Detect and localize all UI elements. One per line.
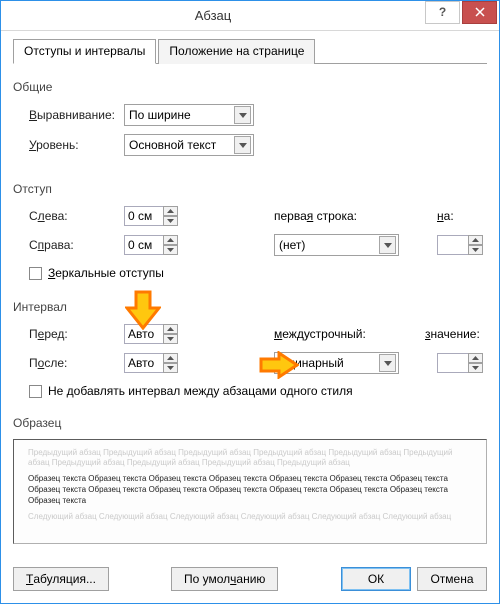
dont-add-space-checkbox[interactable]: [29, 385, 42, 398]
spin-down-icon[interactable]: [163, 363, 178, 373]
preview-area: Предыдущий абзац Предыдущий абзац Предыд…: [13, 439, 487, 544]
spin-down-icon[interactable]: [468, 245, 483, 255]
indent-right-spin[interactable]: [124, 235, 184, 255]
tab-line-page-breaks[interactable]: Положение на странице: [158, 39, 315, 64]
ok-button[interactable]: ОК: [341, 567, 411, 591]
spacing-at-spin[interactable]: [437, 353, 487, 373]
cancel-button[interactable]: Отмена: [417, 567, 487, 591]
first-line-combo[interactable]: (нет): [274, 234, 399, 256]
spin-down-icon[interactable]: [163, 216, 178, 226]
chevron-down-icon: [234, 106, 251, 124]
set-default-button[interactable]: По умолчанию: [171, 567, 278, 591]
preview-sample-text: Образец текста Образец текста Образец те…: [28, 474, 472, 506]
tab-indents-spacing[interactable]: Отступы и интервалы: [13, 39, 156, 64]
spin-down-icon[interactable]: [468, 363, 483, 373]
space-before-label: Перед:: [29, 327, 124, 341]
spacing-at-input[interactable]: [437, 353, 469, 373]
space-before-spin[interactable]: [124, 324, 184, 344]
tabs-button[interactable]: Табуляция...: [13, 567, 109, 591]
spin-up-icon[interactable]: [468, 353, 483, 363]
spin-down-icon[interactable]: [163, 245, 178, 255]
mirror-indents-checkbox[interactable]: [29, 267, 42, 280]
spin-up-icon[interactable]: [163, 353, 178, 363]
tab-strip: Отступы и интервалы Положение на страниц…: [13, 39, 487, 64]
spin-up-icon[interactable]: [163, 206, 178, 216]
space-before-input[interactable]: [124, 324, 164, 344]
dont-add-space-label: Не добавлять интервал между абзацами одн…: [48, 384, 353, 398]
mirror-indents-label: Зеркальные отступы: [48, 266, 164, 280]
space-after-spin[interactable]: [124, 353, 184, 373]
indent-left-label: Слева:: [29, 209, 124, 223]
titlebar: Абзац ?: [1, 1, 499, 31]
close-icon: [475, 7, 485, 17]
line-spacing-combo[interactable]: Одинарный: [274, 352, 399, 374]
dialog-body: Отступы и интервалы Положение на страниц…: [1, 31, 499, 603]
help-button[interactable]: ?: [425, 1, 460, 24]
preview-next-text: Следующий абзац Следующий абзац Следующи…: [28, 512, 472, 522]
spacing-at-label: значение:: [425, 327, 487, 341]
indent-by-input[interactable]: [437, 235, 469, 255]
line-spacing-label: междустрочный:: [274, 327, 384, 341]
outline-level-combo[interactable]: Основной текст: [124, 134, 254, 156]
spin-up-icon[interactable]: [163, 235, 178, 245]
close-button[interactable]: [462, 1, 497, 24]
section-general: Общие: [13, 80, 487, 94]
indent-left-input[interactable]: [124, 206, 164, 226]
chevron-down-icon: [234, 136, 251, 154]
indent-by-label: на:: [437, 209, 487, 223]
spin-up-icon[interactable]: [468, 235, 483, 245]
space-after-label: После:: [29, 356, 124, 370]
indent-by-spin[interactable]: [437, 235, 487, 255]
spin-up-icon[interactable]: [163, 324, 178, 334]
chevron-down-icon: [379, 354, 396, 372]
dialog-buttons: Табуляция... По умолчанию ОК Отмена: [13, 565, 487, 591]
section-preview: Образец: [13, 416, 487, 430]
spin-down-icon[interactable]: [163, 334, 178, 344]
alignment-label: Выравнивание:: [29, 108, 124, 122]
space-after-input[interactable]: [124, 353, 164, 373]
chevron-down-icon: [379, 236, 396, 254]
indent-right-input[interactable]: [124, 235, 164, 255]
preview-prev-text: Предыдущий абзац Предыдущий абзац Предыд…: [28, 448, 472, 468]
indent-left-spin[interactable]: [124, 206, 184, 226]
outline-level-label: Уровень:: [29, 138, 124, 152]
window-title: Абзац: [1, 8, 425, 23]
paragraph-dialog: Абзац ? Отступы и интервалы Положение на…: [0, 0, 500, 604]
indent-right-label: Справа:: [29, 238, 124, 252]
section-spacing: Интервал: [13, 300, 487, 314]
first-line-label: первая строка:: [274, 209, 384, 223]
section-indent: Отступ: [13, 182, 487, 196]
alignment-combo[interactable]: По ширине: [124, 104, 254, 126]
